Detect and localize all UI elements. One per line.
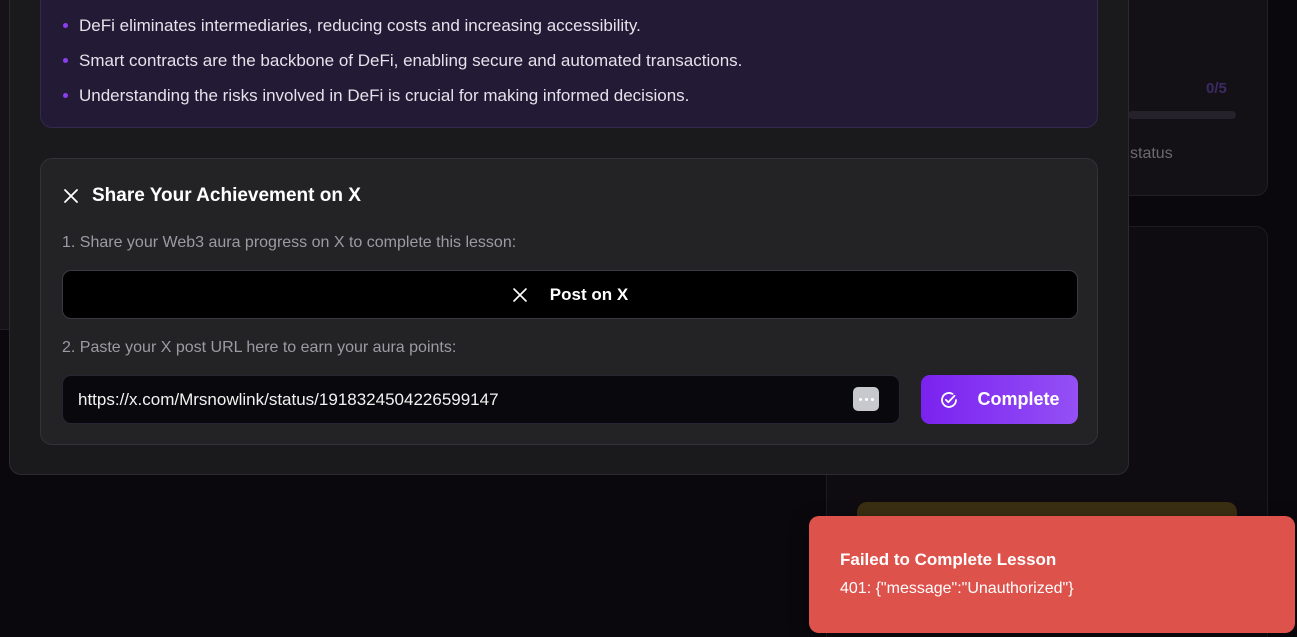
takeaways-list: DeFi eliminates intermediaries, reducing… (63, 15, 742, 120)
takeaway-text: DeFi eliminates intermediaries, reducing… (79, 16, 641, 35)
bullet-dot (63, 58, 68, 63)
post-url-input[interactable] (62, 375, 900, 424)
step-two-instruction: 2. Paste your X post URL here to earn yo… (62, 339, 457, 356)
toast-message: 401: {"message":"Unauthorized"} (840, 580, 1074, 597)
takeaway-text: Understanding the risks involved in DeFi… (79, 86, 690, 105)
background-progress-bar (1128, 111, 1236, 119)
error-toast[interactable]: Failed to Complete Lesson 401: {"message… (809, 516, 1295, 633)
step-one-instruction: 1. Share your Web3 aura progress on X to… (62, 234, 517, 251)
complete-label: Complete (977, 389, 1060, 409)
x-logo-icon (512, 287, 527, 302)
share-title-row: Share Your Achievement on X (63, 185, 361, 207)
background-status-text: status (1130, 145, 1173, 162)
key-takeaways-panel: DeFi eliminates intermediaries, reducing… (40, 0, 1098, 128)
takeaway-item: DeFi eliminates intermediaries, reducing… (63, 15, 742, 50)
share-title: Share Your Achievement on X (92, 185, 361, 206)
toast-title: Failed to Complete Lesson (840, 550, 1057, 569)
post-on-x-button[interactable]: Post on X (62, 270, 1078, 319)
post-on-x-label: Post on X (549, 284, 629, 304)
complete-button[interactable]: Complete (921, 375, 1078, 424)
share-achievement-card: Share Your Achievement on X 1. Share you… (40, 158, 1098, 445)
takeaway-item: Understanding the risks involved in DeFi… (63, 85, 742, 120)
bullet-dot (63, 23, 68, 28)
bullet-dot (63, 93, 68, 98)
takeaway-text: Smart contracts are the backbone of DeFi… (79, 51, 743, 70)
check-circle-icon (941, 391, 958, 408)
takeaway-item: Smart contracts are the backbone of DeFi… (63, 50, 742, 85)
background-progress-count: 0/5 (1206, 80, 1227, 97)
password-manager-dots-icon[interactable] (853, 387, 879, 411)
x-logo-icon (64, 189, 78, 203)
